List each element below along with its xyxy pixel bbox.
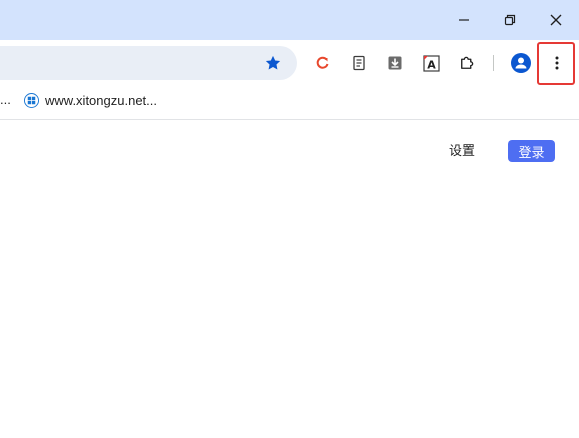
settings-link[interactable]: 设置 <box>449 143 475 159</box>
svg-text:A: A <box>427 58 436 71</box>
minimize-button[interactable] <box>441 0 487 40</box>
profile-icon <box>511 53 531 73</box>
windows-logo-icon <box>24 92 39 108</box>
bookmark-star-button[interactable] <box>258 48 288 78</box>
reader-icon <box>353 55 365 71</box>
close-button[interactable] <box>533 0 579 40</box>
content-divider <box>0 119 579 120</box>
bookmark-label: www.xitongzu.net... <box>45 92 157 108</box>
refresh-extension-icon <box>316 56 329 69</box>
login-button[interactable]: 登录 <box>508 140 555 162</box>
download-button[interactable] <box>380 48 410 78</box>
menu-highlight-box <box>537 42 575 85</box>
toolbar-separator <box>493 55 494 71</box>
translate-icon: A <box>422 54 440 72</box>
star-icon <box>265 55 281 70</box>
download-icon <box>388 56 402 70</box>
bookmark-item[interactable]: www.xitongzu.net... <box>24 91 157 109</box>
translate-button[interactable]: A <box>416 48 446 78</box>
extensions-button[interactable] <box>452 48 482 78</box>
minimize-icon <box>459 19 469 21</box>
reader-mode-button[interactable] <box>344 48 374 78</box>
refresh-extension-button[interactable] <box>308 48 338 78</box>
title-bar <box>0 0 579 40</box>
profile-button[interactable] <box>506 48 536 78</box>
close-icon <box>550 14 562 26</box>
address-bar[interactable] <box>0 46 297 80</box>
toolbar: A <box>0 40 579 86</box>
puzzle-icon <box>461 56 474 69</box>
bookmarks-overflow[interactable]: ... <box>0 92 11 108</box>
restore-button[interactable] <box>487 0 533 40</box>
restore-icon <box>504 14 516 26</box>
